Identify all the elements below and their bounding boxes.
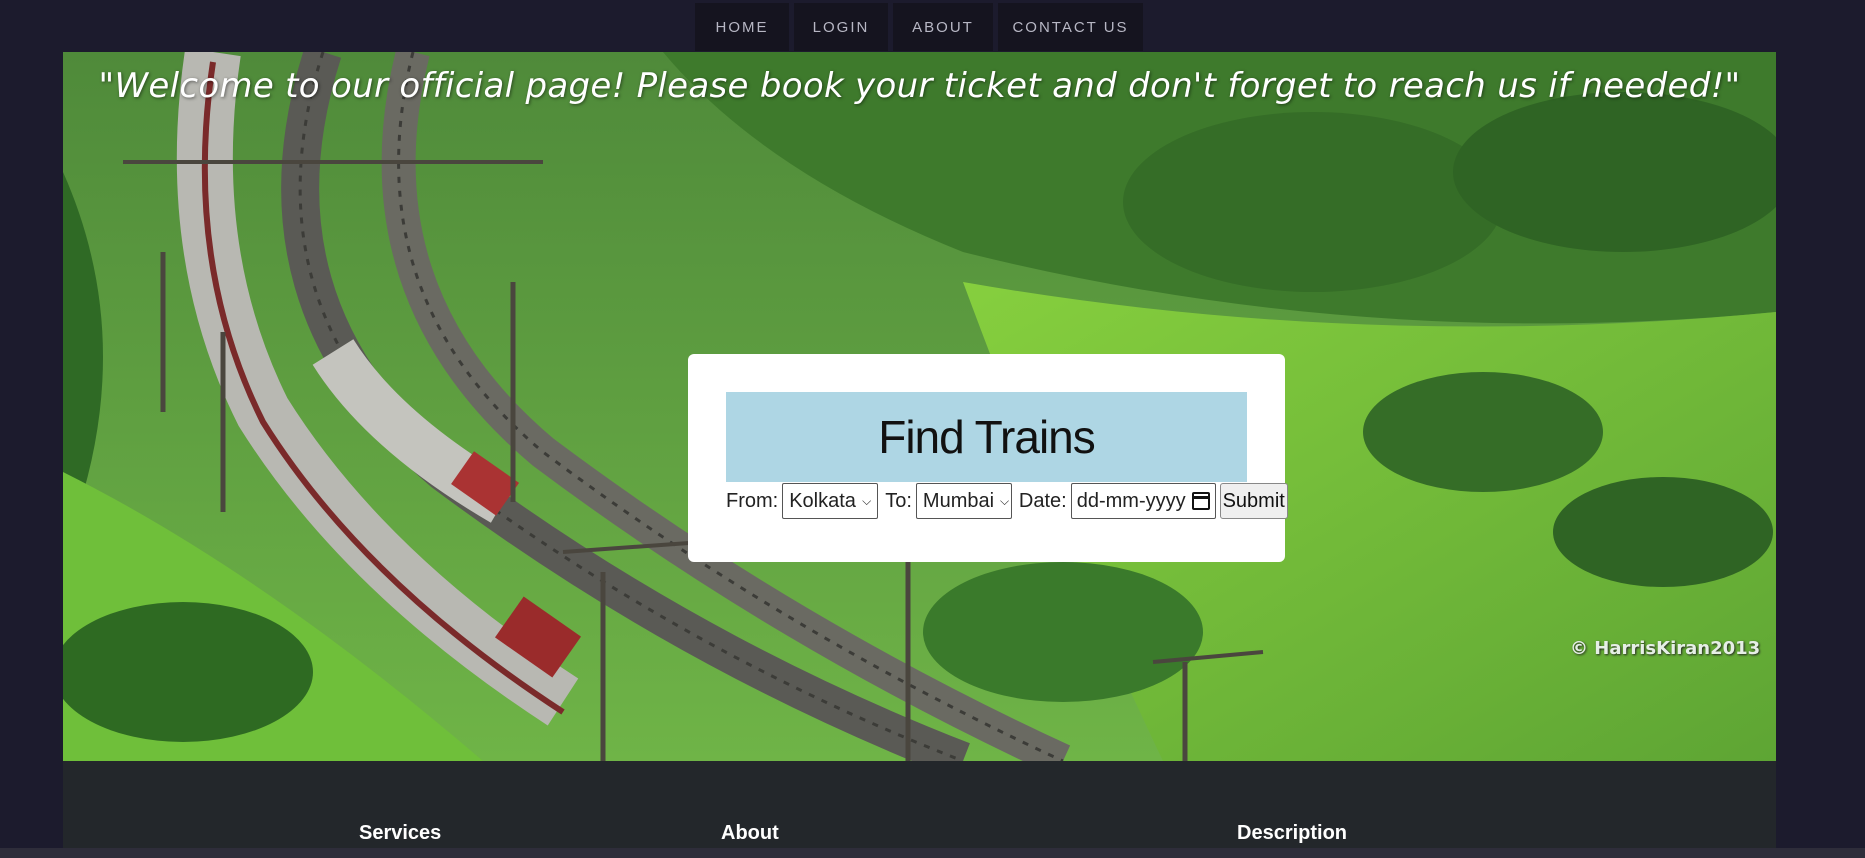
footer-services-heading: Services	[359, 822, 442, 844]
footer-description-heading: Description	[1237, 822, 1348, 844]
nav-about-link[interactable]: ABOUT	[893, 3, 993, 51]
nav-home-link[interactable]: HOME	[695, 3, 789, 51]
date-label: Date:	[1018, 489, 1067, 512]
chevron-down-icon: ⌵	[862, 493, 872, 508]
chevron-down-icon: ⌵	[1000, 493, 1010, 508]
nav-contact-link[interactable]: CONTACT US	[998, 3, 1143, 51]
from-label: From:	[726, 489, 779, 512]
calendar-icon[interactable]	[1191, 492, 1210, 510]
from-select-value: Kolkata	[789, 489, 856, 512]
submit-button[interactable]: Submit	[1219, 483, 1288, 519]
to-select-value: Mumbai	[922, 489, 995, 512]
find-trains-card: Find Trains From: Kolkata ⌵ To: Mumbai ⌵…	[688, 354, 1288, 562]
top-nav: HOME LOGIN ABOUT CONTACT US	[695, 3, 1143, 51]
search-form: From: Kolkata ⌵ To: Mumbai ⌵ Date: dd-mm…	[726, 482, 1288, 520]
to-select[interactable]: Mumbai ⌵	[915, 483, 1012, 519]
photo-watermark: © HarrisKiran2013	[1570, 638, 1761, 659]
footer-about-heading: About	[721, 822, 779, 844]
date-placeholder: dd-mm-yyyy	[1076, 489, 1186, 512]
find-trains-heading: Find Trains	[726, 392, 1247, 482]
date-input[interactable]: dd-mm-yyyy	[1070, 483, 1216, 519]
page-footer: Services About Description	[63, 761, 1776, 858]
nav-login-link[interactable]: LOGIN	[794, 3, 888, 51]
taskbar-strip	[0, 848, 1865, 858]
to-label: To:	[885, 489, 912, 512]
from-select[interactable]: Kolkata ⌵	[782, 483, 879, 519]
hero-banner: "Welcome to our official page! Please bo…	[63, 52, 1776, 761]
welcome-message: "Welcome to our official page! Please bo…	[98, 66, 1741, 106]
